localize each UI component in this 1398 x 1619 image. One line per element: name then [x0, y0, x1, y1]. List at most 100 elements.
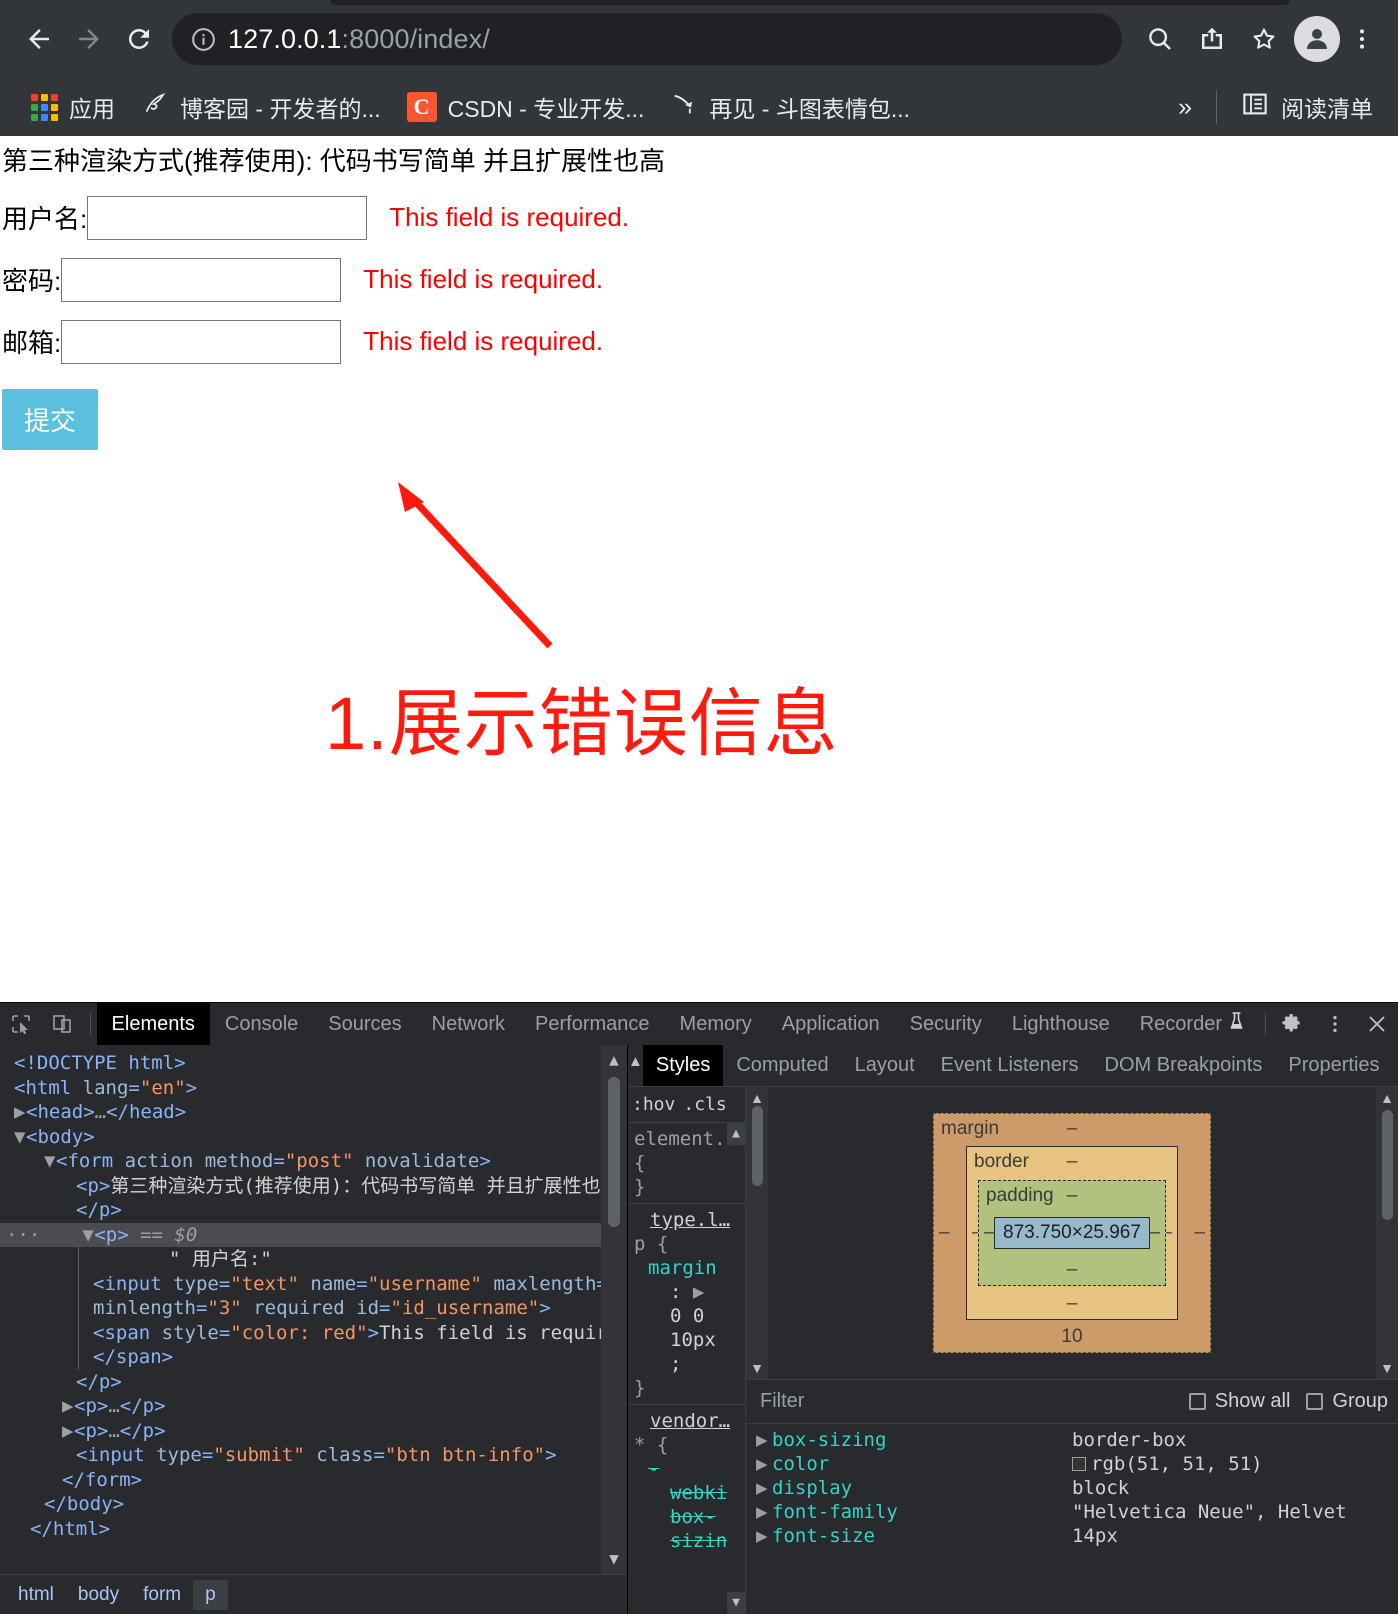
rule-origin-p[interactable]: type.l…: [634, 1208, 730, 1232]
bookmark-csdn[interactable]: C CSDN - 专业开发...: [394, 84, 658, 130]
password-input[interactable]: [61, 257, 342, 302]
breadcrumb-form[interactable]: form: [131, 1580, 193, 1610]
reading-list-button[interactable]: 阅读清单: [1227, 83, 1386, 131]
margin-right-value[interactable]: –: [1194, 1222, 1205, 1244]
expand-triangle-icon[interactable]: ▶: [756, 1452, 772, 1476]
box-model-content-size[interactable]: 873.750×25.967: [994, 1217, 1150, 1249]
dom-line-input-username-cont[interactable]: minlength="3" required id="id_username">: [78, 1296, 627, 1321]
boxmodel-right-scrollbar[interactable]: ▲ ▼: [1376, 1087, 1398, 1379]
bookmark-doutu[interactable]: 再见 - 斗图表情包...: [657, 84, 923, 130]
username-input[interactable]: [87, 195, 368, 240]
device-toolbar-icon[interactable]: [42, 1003, 84, 1045]
tab-layout[interactable]: Layout: [842, 1045, 928, 1086]
expand-triangle-icon[interactable]: ▶: [756, 1476, 772, 1500]
kebab-menu-icon[interactable]: [1340, 13, 1384, 65]
box-model-padding[interactable]: padding – – – – 873.750×25.967: [978, 1180, 1166, 1286]
box-model-margin[interactable]: margin – 10 – – border – – – –: [933, 1113, 1211, 1353]
dom-line-input-submit[interactable]: <input type="submit" class="btn btn-info…: [0, 1443, 627, 1468]
address-bar[interactable]: 127.0.0.1:8000/index/: [172, 13, 1122, 65]
dom-line-body-close[interactable]: </body>: [0, 1492, 627, 1517]
tab-security[interactable]: Security: [895, 1003, 997, 1045]
computed-properties-list[interactable]: ▶ box-sizing border-box ▶ color rgb(51, …: [746, 1424, 1398, 1614]
computed-row-font-family[interactable]: ▶ font-family "Helvetica Neue", Helvet: [746, 1500, 1398, 1524]
rule-decl-margin-expand[interactable]: : ▶: [634, 1280, 741, 1304]
dom-line-doctype[interactable]: <!DOCTYPE html>: [0, 1051, 627, 1076]
dom-line-form-close[interactable]: </form>: [0, 1468, 627, 1493]
rule-origin-vendor[interactable]: vendor…: [634, 1409, 730, 1433]
dom-line-p-collapsed-1[interactable]: ▶<p>…</p>: [0, 1394, 627, 1419]
cls-toggle[interactable]: .cls: [683, 1093, 726, 1117]
rule-p[interactable]: type.l… p { margin : ▶ 0 0 10px ; }: [628, 1204, 745, 1405]
scroll-down-icon[interactable]: ▼: [609, 1547, 619, 1572]
tab-styles[interactable]: Styles: [642, 1045, 724, 1086]
tab-application[interactable]: Application: [767, 1003, 895, 1045]
bookmark-apps[interactable]: 应用: [18, 84, 128, 130]
dom-tree[interactable]: <!DOCTYPE html> <html lang="en"> ▶<head>…: [0, 1045, 627, 1574]
rule-decl-margin-name[interactable]: margin: [634, 1256, 741, 1280]
filter-input[interactable]: Filter: [760, 1390, 1173, 1413]
search-icon[interactable]: [1134, 13, 1186, 65]
tab-properties[interactable]: Properties: [1275, 1045, 1392, 1086]
dom-line-form-open[interactable]: ▼<form action method="post" novalidate>: [0, 1149, 627, 1174]
margin-left-value[interactable]: –: [939, 1222, 950, 1244]
breadcrumb-html[interactable]: html: [6, 1580, 66, 1610]
sidebar-tabs-overflow[interactable]: »: [1393, 1045, 1398, 1086]
expand-triangle-icon[interactable]: ▶: [756, 1500, 772, 1524]
inspect-cursor-icon[interactable]: [0, 1003, 42, 1045]
computed-row-color[interactable]: ▶ color rgb(51, 51, 51): [746, 1452, 1398, 1476]
tab-network[interactable]: Network: [417, 1003, 520, 1045]
rules-scroll-down-icon[interactable]: ▼: [727, 1592, 745, 1614]
email-input[interactable]: [61, 319, 342, 364]
scroll-up-icon[interactable]: ▲: [1380, 1090, 1394, 1106]
padding-top-value[interactable]: –: [979, 1185, 1165, 1207]
sidebar-scroll-up-icon[interactable]: ▲: [628, 1045, 643, 1086]
scrollbar-thumb[interactable]: [608, 1076, 620, 1227]
border-top-value[interactable]: –: [967, 1151, 1177, 1173]
computed-row-font-size[interactable]: ▶ font-size 14px: [746, 1524, 1398, 1548]
dom-line-p-heading-close[interactable]: </p>: [0, 1198, 627, 1223]
reload-icon[interactable]: [114, 14, 164, 64]
box-model-border[interactable]: border – – – – padding – – –: [966, 1146, 1178, 1320]
scroll-down-icon[interactable]: ▼: [1380, 1360, 1394, 1376]
dom-line-text-username[interactable]: " 用户名:": [78, 1247, 627, 1272]
dom-line-p-selected[interactable]: ··· ▼<p> == $0: [0, 1222, 627, 1247]
dom-tree-scrollbar[interactable]: ▲ ▼: [601, 1045, 627, 1574]
dom-line-span-close[interactable]: </span>: [78, 1345, 627, 1370]
tab-elements[interactable]: Elements: [96, 1003, 210, 1045]
breadcrumb-p[interactable]: p: [193, 1579, 228, 1610]
computed-row-box-sizing[interactable]: ▶ box-sizing border-box: [746, 1428, 1398, 1452]
dom-line-html-close[interactable]: </html>: [0, 1517, 627, 1542]
tab-performance[interactable]: Performance: [520, 1003, 665, 1045]
border-bottom-value[interactable]: –: [967, 1293, 1177, 1315]
star-icon[interactable]: [1238, 13, 1290, 65]
padding-right-value[interactable]: –: [1149, 1222, 1160, 1244]
css-rules-column[interactable]: :hov .cls element.style { } type.l… p { …: [628, 1087, 746, 1614]
dom-line-p-collapsed-2[interactable]: ▶<p>…</p>: [0, 1419, 627, 1444]
tab-console[interactable]: Console: [210, 1003, 313, 1045]
back-arrow-icon[interactable]: [14, 14, 64, 64]
scroll-up-icon[interactable]: ▲: [750, 1090, 764, 1106]
kebab-menu-icon[interactable]: [1314, 1003, 1356, 1045]
hov-toggle[interactable]: :hov: [632, 1093, 675, 1117]
forward-arrow-icon[interactable]: [64, 14, 114, 64]
dom-line-body[interactable]: ▼<body>: [0, 1125, 627, 1150]
expand-triangle-icon[interactable]: ▶: [756, 1524, 772, 1548]
tab-lighthouse[interactable]: Lighthouse: [997, 1003, 1125, 1045]
show-all-checkbox[interactable]: Show all: [1188, 1390, 1290, 1413]
submit-button[interactable]: 提交: [2, 388, 99, 450]
gear-icon[interactable]: [1272, 1003, 1314, 1045]
dom-line-input-username[interactable]: <input type="text" name="username" maxle…: [78, 1271, 627, 1296]
tab-sources[interactable]: Sources: [313, 1003, 416, 1045]
color-swatch[interactable]: [1072, 1457, 1086, 1471]
dom-line-head[interactable]: ▶<head>…</head>: [0, 1100, 627, 1125]
dom-line-p-selected-close[interactable]: </p>: [0, 1370, 627, 1395]
padding-bottom-value[interactable]: –: [979, 1259, 1165, 1281]
rule-universal[interactable]: vendor… * { - webki box- sizin: [628, 1405, 745, 1557]
margin-bottom-value[interactable]: 10: [934, 1326, 1210, 1348]
dom-line-p-heading[interactable]: <p>第三种渲染方式(推荐使用)：代码书写简单 并且扩展性也高: [0, 1174, 627, 1199]
dom-line-html[interactable]: <html lang="en">: [0, 1076, 627, 1101]
dom-line-span-error[interactable]: <span style="color: red">This field is r…: [78, 1320, 627, 1345]
info-circle-icon[interactable]: [186, 26, 220, 53]
tab-recorder[interactable]: Recorder: [1125, 1003, 1259, 1045]
rule-decl-margin-value[interactable]: 0 0 10px: [634, 1304, 741, 1352]
